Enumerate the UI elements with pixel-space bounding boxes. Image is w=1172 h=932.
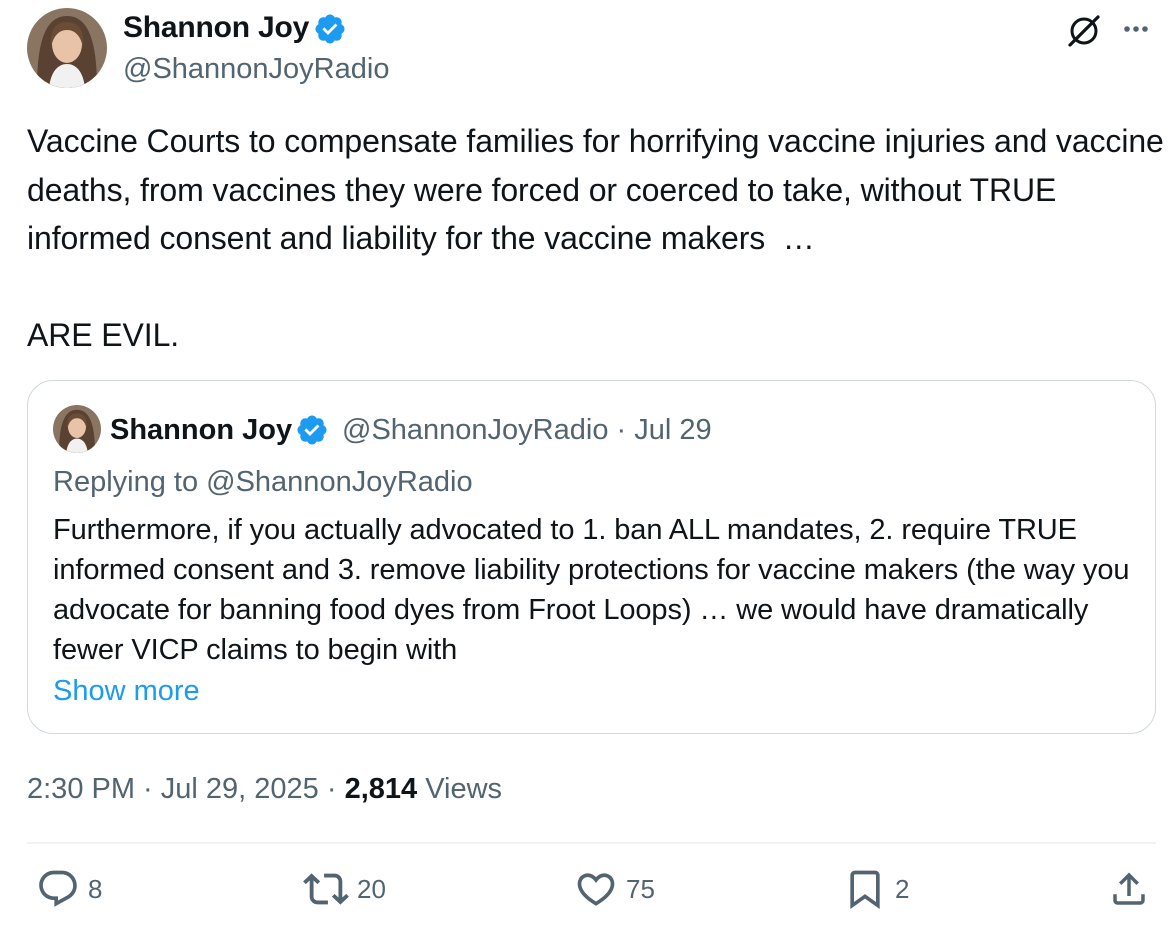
- bookmark-icon: [850, 870, 880, 910]
- reply-count: 8: [88, 873, 103, 904]
- avatar[interactable]: [27, 8, 107, 88]
- show-more-link[interactable]: Show more: [53, 671, 200, 711]
- reply-icon: [39, 870, 77, 907]
- verified-icon: [295, 413, 329, 447]
- grok-icon[interactable]: [1065, 12, 1103, 50]
- verified-icon: [313, 12, 347, 46]
- repost-icon: [303, 873, 349, 905]
- tweet-text: Vaccine Courts to compensate families fo…: [27, 123, 1164, 353]
- views-count: 2,814: [344, 773, 418, 805]
- bookmark-button[interactable]: 2: [843, 865, 909, 913]
- share-icon: [1113, 872, 1145, 905]
- author-name[interactable]: Shannon Joy: [123, 9, 309, 47]
- quote-handle-date: @ShannonJoyRadio · Jul 29: [342, 414, 712, 446]
- divider: [27, 842, 1156, 844]
- like-count: 75: [626, 873, 655, 904]
- quote-avatar: [53, 405, 101, 453]
- quote-text: Furthermore, if you actually advocated t…: [53, 514, 1138, 666]
- views-label: Views: [417, 773, 503, 805]
- bookmark-count: 2: [895, 873, 910, 904]
- more-icon[interactable]: [1116, 14, 1156, 44]
- quote-replying-to: Replying to @ShannonJoyRadio: [53, 466, 473, 498]
- repost-button[interactable]: 20: [303, 865, 386, 913]
- repost-count: 20: [357, 873, 386, 904]
- reply-button[interactable]: 8: [36, 865, 102, 913]
- quote-author-name: Shannon Joy: [110, 414, 293, 446]
- author-handle[interactable]: @ShannonJoyRadio: [123, 50, 389, 88]
- share-button[interactable]: [1108, 865, 1150, 913]
- like-icon: [577, 873, 615, 906]
- timestamp[interactable]: 2:30 PM · Jul 29, 2025 ·: [27, 773, 345, 805]
- like-button[interactable]: 75: [574, 865, 655, 913]
- tweet-meta: 2:30 PM · Jul 29, 2025 · 2,814 Views: [27, 768, 502, 810]
